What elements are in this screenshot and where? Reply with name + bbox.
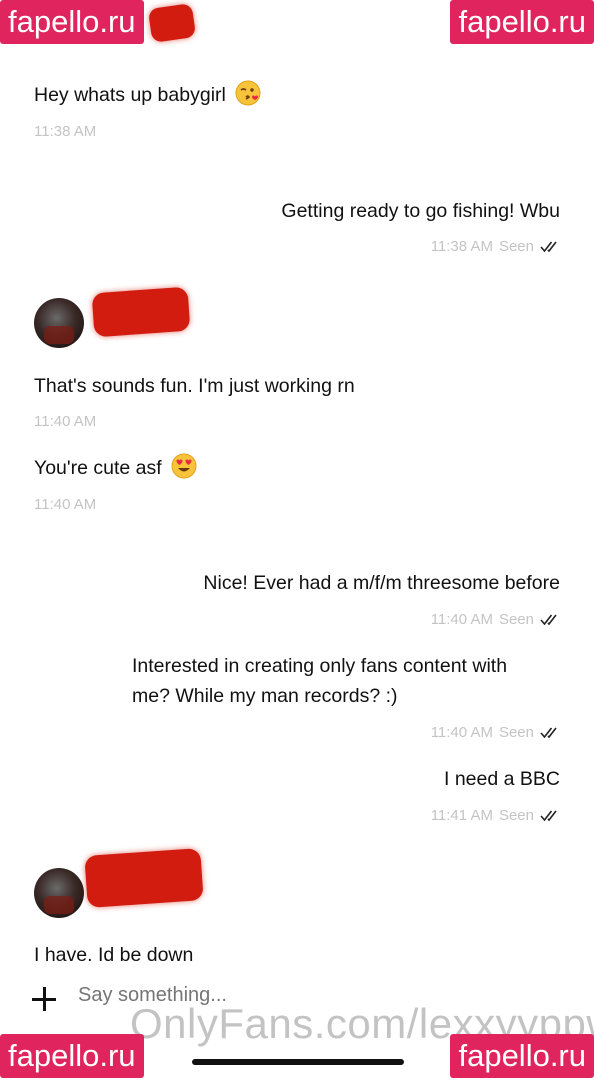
double-check-icon [540,727,557,738]
watermark-top-left: fapello.ru [0,0,144,44]
message-time: 11:40 AM [430,611,493,628]
home-indicator[interactable] [192,1059,404,1065]
message-line: Interested in creating only fans content… [132,655,508,677]
message-time: 11:40 AM [430,724,493,741]
message-received: Hey whats up babygirl [34,80,261,115]
message-sent: Nice! Ever had a m/f/m threesome before [203,572,560,594]
watermark-bottom-right: fapello.ru [450,1034,594,1078]
seen-status: Seen [498,807,534,824]
seen-status: Seen [498,724,534,741]
message-sent: I need a BBC [444,768,560,790]
redaction-mark [84,848,204,908]
contact-avatar[interactable] [34,868,84,918]
message-meta: 11:40 AM Seen [431,724,560,741]
message-text: You're cute asf [34,457,162,479]
message-received: I have. Id be down [34,944,194,966]
message-received: That's sounds fun. I'm just working rn [34,375,355,397]
add-attachment-plus-icon[interactable] [30,985,58,1013]
message-sent: Getting ready to go fishing! Wbu [281,200,560,222]
message-sent: Interested in creating only fans content… [132,651,507,711]
message-time: 11:40 AM [34,413,97,430]
message-meta: 11:38 AM Seen [431,238,560,255]
message-time: 11:41 AM [430,807,493,824]
double-check-icon [540,241,557,252]
double-check-icon [540,810,557,821]
redaction-mark [147,3,197,43]
watermark-bottom-left: fapello.ru [0,1034,144,1078]
seen-status: Seen [498,611,534,628]
kissing-heart-emoji [235,80,261,115]
contact-avatar[interactable] [34,298,84,348]
redaction-mark [91,286,191,338]
message-meta: 11:40 AM Seen [431,611,560,628]
heart-eyes-emoji [171,453,197,488]
message-received: You're cute asf [34,453,197,488]
message-time: 11:38 AM [34,123,97,140]
message-meta: 11:41 AM Seen [431,807,560,824]
double-check-icon [540,614,557,625]
seen-status: Seen [498,238,534,255]
message-time: 11:38 AM [430,238,493,255]
message-time: 11:40 AM [34,496,97,513]
message-line: me? While my man records? :) [132,685,398,707]
message-text: Hey whats up babygirl [34,84,226,106]
watermark-top-right: fapello.ru [450,0,594,44]
